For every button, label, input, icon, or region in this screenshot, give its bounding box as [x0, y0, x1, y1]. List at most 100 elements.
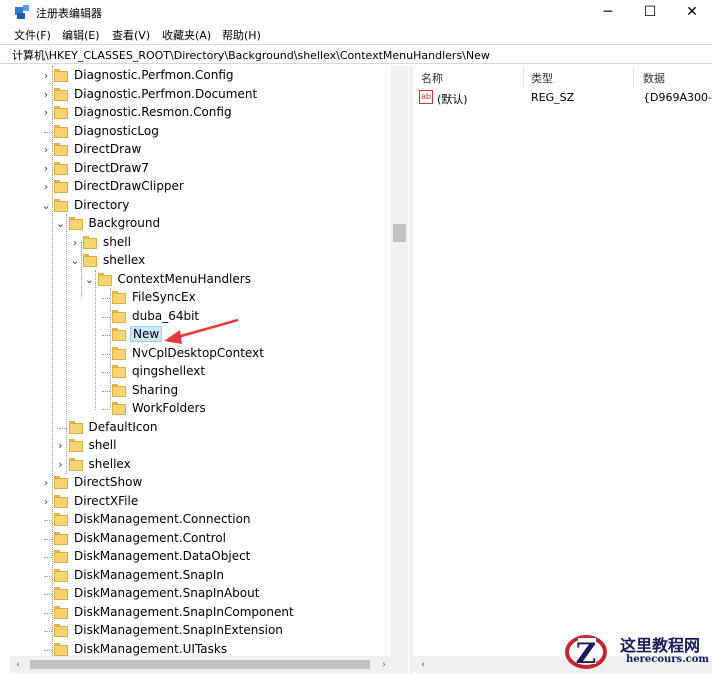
tree-node[interactable]: DiagnosticLog [10, 123, 390, 141]
menu-view[interactable]: 查看(V) [112, 27, 150, 43]
tree-node[interactable]: FileSyncEx [10, 289, 390, 307]
chevron-right-icon[interactable]: › [40, 106, 52, 120]
menu-edit[interactable]: 编辑(E) [62, 27, 100, 43]
tree-node-label[interactable]: shell [101, 235, 133, 249]
tree-node-label[interactable]: DiskManagement.SnapInExtension [72, 623, 285, 637]
column-separator[interactable] [633, 66, 634, 88]
chevron-down-icon[interactable]: ⌄ [69, 254, 81, 268]
column-header-type[interactable]: 类型 [531, 70, 553, 86]
tree-node[interactable]: › shell [10, 234, 390, 252]
tree-vertical-scrollbar[interactable] [391, 66, 408, 660]
tree-node[interactable]: › Diagnostic.Perfmon.Config [10, 67, 390, 85]
chevron-right-icon[interactable]: › [69, 236, 81, 250]
chevron-right-icon[interactable]: › [40, 162, 52, 176]
close-button[interactable]: ✕ [670, 0, 712, 24]
tree-node-label[interactable]: qingshellext [130, 364, 207, 378]
column-separator[interactable] [523, 66, 524, 88]
tree-node-label[interactable]: Diagnostic.Perfmon.Config [72, 68, 236, 82]
tree-node[interactable]: › shell [10, 437, 390, 455]
tree-node-label[interactable]: Sharing [130, 383, 180, 397]
maximize-button[interactable]: ☐ [628, 0, 672, 24]
tree-node-label[interactable]: DiskManagement.Connection [72, 512, 253, 526]
tree-node[interactable]: ⌄ shellex [10, 252, 390, 270]
tree-node-label[interactable]: ContextMenuHandlers [116, 272, 253, 286]
tree-node[interactable]: › DirectDraw7 [10, 160, 390, 178]
tree-node[interactable]: DiskManagement.SnapInAbout [10, 585, 390, 603]
scroll-left-arrow-icon[interactable]: ‹ [10, 656, 26, 673]
tree-node-label[interactable]: DiskManagement.DataObject [72, 549, 252, 563]
tree-node[interactable]: › Diagnostic.Resmon.Config [10, 104, 390, 122]
tree-node[interactable]: › shellex [10, 456, 390, 474]
chevron-right-icon[interactable]: › [55, 458, 67, 472]
tree-node[interactable]: › DirectXFile [10, 493, 390, 511]
chevron-right-icon[interactable]: › [40, 476, 52, 490]
tree-node-label[interactable]: NvCplDesktopContext [130, 346, 266, 360]
tree-node[interactable]: DiskManagement.SnapIn [10, 567, 390, 585]
tree-node-label[interactable]: Directory [72, 198, 131, 212]
tree-node-label[interactable]: DiskManagement.SnapIn [72, 568, 226, 582]
column-header-name[interactable]: 名称 [421, 70, 443, 86]
tree-node-label[interactable]: DiskManagement.SnapInComponent [72, 605, 296, 619]
tree-node[interactable]: DiskManagement.SnapInComponent [10, 604, 390, 622]
tree-node-label[interactable]: FileSyncEx [130, 290, 198, 304]
tree-node-label-selected[interactable]: New [130, 326, 163, 342]
tree-node-label[interactable]: DiagnosticLog [72, 124, 161, 138]
values-list[interactable]: 名称 类型 数据 ab (默认) REG_SZ {D969A300-E [413, 66, 712, 660]
registry-tree[interactable]: › Diagnostic.Perfmon.Config › Diagnostic.Pe… [10, 66, 408, 660]
chevron-right-icon[interactable]: › [40, 495, 52, 509]
scroll-left-arrow-icon[interactable]: ‹ [415, 656, 431, 673]
tree-node[interactable]: ⌄ Directory [10, 197, 390, 215]
tree-node[interactable]: DiskManagement.Connection [10, 511, 390, 529]
tree-node-label[interactable]: DirectDraw [72, 142, 143, 156]
tree-node[interactable]: › DirectShow [10, 474, 390, 492]
tree-node[interactable]: › Diagnostic.Perfmon.Document [10, 86, 390, 104]
tree-node-label[interactable]: DiskManagement.Control [72, 531, 228, 545]
tree-node[interactable]: NvCplDesktopContext [10, 345, 390, 363]
tree-node[interactable]: WorkFolders [10, 400, 390, 418]
chevron-right-icon[interactable]: › [40, 180, 52, 194]
menu-file[interactable]: 文件(F) [14, 27, 51, 43]
tree-node-label[interactable]: DirectDrawClipper [72, 179, 186, 193]
tree-node[interactable]: qingshellext [10, 363, 390, 381]
tree-vertical-scroll-thumb[interactable] [393, 224, 406, 242]
address-path[interactable]: 计算机\HKEY_CLASSES_ROOT\Directory\Backgrou… [12, 47, 490, 63]
value-data[interactable]: {D969A300-E [643, 91, 712, 104]
chevron-right-icon[interactable]: › [40, 69, 52, 83]
chevron-down-icon[interactable]: ⌄ [40, 199, 52, 213]
chevron-right-icon[interactable]: › [55, 439, 67, 453]
tree-node-label[interactable]: DiskManagement.UITasks [72, 642, 229, 656]
value-name[interactable]: (默认) [437, 91, 468, 107]
tree-horizontal-scrollbar[interactable]: ‹ › [10, 656, 408, 673]
tree-node-label[interactable]: Background [87, 216, 163, 230]
tree-node[interactable]: ⌄ Background [10, 215, 390, 233]
column-header-data[interactable]: 数据 [643, 70, 665, 86]
tree-node[interactable]: › DirectDrawClipper [10, 178, 390, 196]
tree-node[interactable]: ⌄ ContextMenuHandlers [10, 271, 390, 289]
tree-node-label[interactable]: DirectDraw7 [72, 161, 151, 175]
tree-node-label[interactable]: shellex [87, 457, 133, 471]
menu-favorites[interactable]: 收藏夹(A) [162, 27, 211, 43]
tree-node-label[interactable]: Diagnostic.Resmon.Config [72, 105, 234, 119]
tree-node-label[interactable]: shell [87, 438, 119, 452]
tree-node[interactable]: DiskManagement.Control [10, 530, 390, 548]
tree-node-label[interactable]: WorkFolders [130, 401, 208, 415]
tree-node-label[interactable]: Diagnostic.Perfmon.Document [72, 87, 259, 101]
tree-node[interactable]: › DirectDraw [10, 141, 390, 159]
tree-node[interactable]: Sharing [10, 382, 390, 400]
scroll-right-arrow-icon[interactable]: › [376, 656, 392, 673]
minimize-button[interactable]: ─ [586, 0, 630, 24]
chevron-down-icon[interactable]: ⌄ [55, 217, 67, 231]
chevron-right-icon[interactable]: › [40, 88, 52, 102]
menu-help[interactable]: 帮助(H) [222, 27, 261, 43]
tree-node-label[interactable]: shellex [101, 253, 147, 267]
tree-node[interactable]: DiskManagement.SnapInExtension [10, 622, 390, 640]
tree-node-label[interactable]: DiskManagement.SnapInAbout [72, 586, 261, 600]
chevron-right-icon[interactable]: › [40, 143, 52, 157]
tree-node-label[interactable]: DirectShow [72, 475, 144, 489]
tree-node[interactable]: DefaultIcon [10, 419, 390, 437]
tree-horizontal-scroll-thumb[interactable] [30, 660, 370, 669]
tree-node-label[interactable]: DefaultIcon [87, 420, 160, 434]
tree-node[interactable]: DiskManagement.DataObject [10, 548, 390, 566]
chevron-down-icon[interactable]: ⌄ [84, 273, 96, 287]
address-bar[interactable]: 计算机\HKEY_CLASSES_ROOT\Directory\Backgrou… [0, 44, 712, 64]
